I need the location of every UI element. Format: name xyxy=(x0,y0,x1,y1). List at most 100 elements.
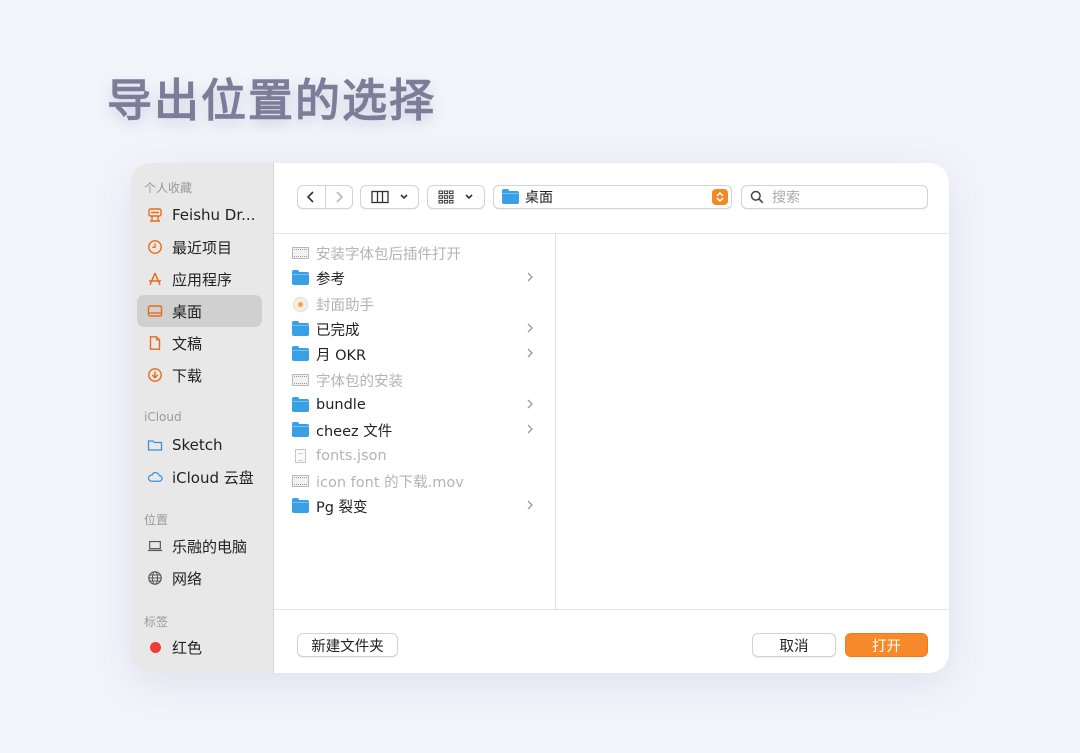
folder-row[interactable]: 月 OKR xyxy=(292,342,542,366)
sidebar-item-label: Sketch xyxy=(172,436,223,454)
sidebar-item-tag-red[interactable]: 红色 xyxy=(137,631,262,663)
file-name: 已完成 xyxy=(316,322,360,339)
sidebar-item-documents[interactable]: 文稿 xyxy=(137,327,262,359)
file-row[interactable]: icon font 的下载.mov xyxy=(292,469,542,493)
sidebar-item-icloud-drive[interactable]: iCloud 云盘 xyxy=(137,461,262,493)
globe-icon xyxy=(147,570,163,586)
chevron-right-icon xyxy=(526,499,534,515)
columns-view-icon xyxy=(370,190,389,204)
sidebar-item-sketch[interactable]: Sketch xyxy=(137,429,262,461)
chevron-right-icon xyxy=(526,423,534,439)
file-name: 字体包的安装 xyxy=(316,373,403,390)
file-name: 封面助手 xyxy=(316,297,374,314)
location-select[interactable]: 桌面 xyxy=(493,185,732,209)
open-button[interactable]: 打开 xyxy=(845,633,928,657)
sidebar-item-label: Feishu Dr... xyxy=(172,206,256,224)
sidebar-item-computer[interactable]: 乐融的电脑 xyxy=(137,530,262,562)
chevron-down-icon xyxy=(399,193,409,201)
view-mode-button[interactable] xyxy=(360,185,419,209)
file-name: fonts.json xyxy=(316,448,387,464)
file-name: bundle xyxy=(316,397,366,413)
movie-file-icon xyxy=(292,246,309,260)
sidebar-section-locations: 位置 xyxy=(144,513,169,527)
sidebar-item-recents[interactable]: 最近项目 xyxy=(137,231,262,263)
sidebar-item-label: 红色 xyxy=(172,638,203,657)
sidebar-item-label: 文稿 xyxy=(172,334,203,353)
movie-file-icon xyxy=(292,474,309,488)
search-input[interactable]: 搜索 xyxy=(741,185,928,209)
file-name: cheez 文件 xyxy=(316,423,393,440)
cloud-icon xyxy=(147,469,163,485)
new-folder-button[interactable]: 新建文件夹 xyxy=(297,633,398,657)
file-name: 月 OKR xyxy=(316,347,367,364)
document-icon xyxy=(147,335,163,351)
sidebar-item-label: 网络 xyxy=(172,569,203,588)
forward-button[interactable] xyxy=(324,186,352,208)
file-column: 安装字体包后插件打开 参考 封面助手 已完成 月 OKR 字体包的安装 bund… xyxy=(274,234,556,609)
file-row[interactable]: 安装字体包后插件打开 xyxy=(292,241,542,265)
grid-icon xyxy=(438,190,454,204)
file-open-dialog: 个人收藏 Feishu Dr... 最近项目 应用程序 桌面 文稿 下载 iCl… xyxy=(131,163,949,673)
folder-icon xyxy=(292,497,309,513)
chevron-right-icon xyxy=(526,398,534,414)
folder-icon xyxy=(292,421,309,437)
download-icon xyxy=(147,367,163,383)
chevron-right-icon xyxy=(526,322,534,338)
clock-icon xyxy=(147,239,163,255)
chevron-right-icon xyxy=(334,188,344,207)
json-file-icon xyxy=(292,449,309,463)
back-button[interactable] xyxy=(298,186,325,208)
sidebar-item-label: 最近项目 xyxy=(172,238,233,257)
location-select-value: 桌面 xyxy=(525,190,553,206)
sidebar-section-tags: 标签 xyxy=(144,615,169,629)
sidebar-item-label: iCloud 云盘 xyxy=(172,468,254,487)
search-icon xyxy=(750,190,764,204)
movie-file-icon xyxy=(292,373,309,387)
desktop-icon xyxy=(147,303,163,319)
folder-icon xyxy=(292,396,309,412)
folder-icon xyxy=(292,320,309,336)
sidebar-section-icloud: iCloud xyxy=(144,410,182,424)
chevron-down-icon xyxy=(464,193,474,201)
folder-row[interactable]: 参考 xyxy=(292,266,542,290)
tag-red-dot-icon xyxy=(147,639,163,655)
chevron-right-icon xyxy=(526,271,534,287)
file-row[interactable]: 封面助手 xyxy=(292,292,542,316)
footer-divider xyxy=(274,609,949,610)
sidebar-item-applications[interactable]: 应用程序 xyxy=(137,263,262,295)
sidebar-item-network[interactable]: 网络 xyxy=(137,562,262,594)
sidebar-item-label: 应用程序 xyxy=(172,270,233,289)
sidebar-item-desktop[interactable]: 桌面 xyxy=(137,295,262,327)
folder-outline-icon xyxy=(147,437,163,453)
sidebar-item-label: 桌面 xyxy=(172,302,203,321)
navigation-buttons xyxy=(297,185,353,209)
sidebar-item-label: 下载 xyxy=(172,366,203,385)
file-name: icon font 的下载.mov xyxy=(316,474,464,491)
select-arrows-icon xyxy=(712,189,728,205)
sidebar-item-downloads[interactable]: 下载 xyxy=(137,359,262,391)
sidebar-section-favorites: 个人收藏 xyxy=(144,181,193,195)
folder-row[interactable]: 已完成 xyxy=(292,317,542,341)
folder-row[interactable]: Pg 裂变 xyxy=(292,494,542,518)
file-name: 参考 xyxy=(316,271,345,288)
file-row[interactable]: fonts.json xyxy=(292,444,542,468)
cancel-button[interactable]: 取消 xyxy=(752,633,836,657)
folder-icon xyxy=(292,269,309,285)
folder-icon xyxy=(292,345,309,361)
computer-icon xyxy=(147,538,163,554)
chevron-right-icon xyxy=(526,347,534,363)
app-file-icon xyxy=(292,296,309,312)
chevron-left-icon xyxy=(306,188,316,207)
group-by-button[interactable] xyxy=(427,185,485,209)
file-row[interactable]: 字体包的安装 xyxy=(292,368,542,392)
sidebar-item-label: 乐融的电脑 xyxy=(172,537,248,556)
sidebar-item-feishu-drive[interactable]: Feishu Dr... xyxy=(137,199,262,231)
sidebar: 个人收藏 Feishu Dr... 最近项目 应用程序 桌面 文稿 下载 iCl… xyxy=(131,163,274,673)
folder-icon xyxy=(502,188,519,204)
search-placeholder: 搜索 xyxy=(772,190,800,206)
file-name: 安装字体包后插件打开 xyxy=(316,246,461,263)
applications-icon xyxy=(147,271,163,287)
page-heading: 导出位置的选择 xyxy=(107,74,437,127)
folder-row[interactable]: cheez 文件 xyxy=(292,418,542,442)
folder-row[interactable]: bundle xyxy=(292,393,542,417)
